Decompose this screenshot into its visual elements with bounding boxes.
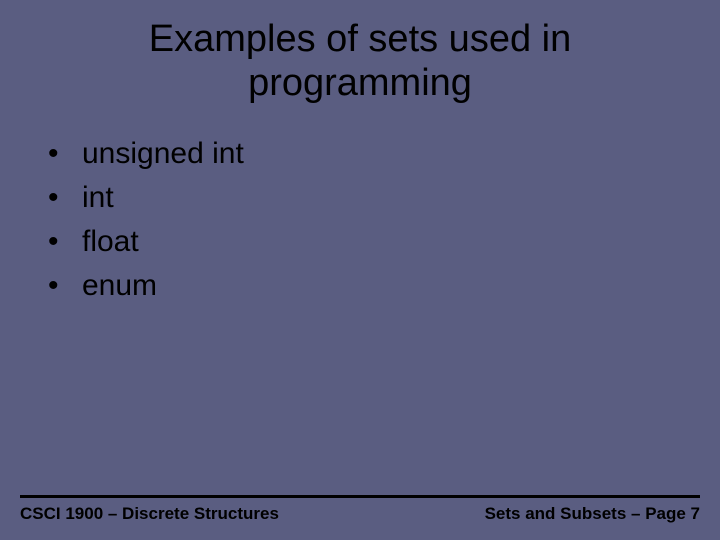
title-line-2: programming xyxy=(248,62,472,104)
bullet-icon: • xyxy=(48,177,82,219)
slide: Examples of sets used in programming • u… xyxy=(0,0,720,540)
footer-left: CSCI 1900 – Discrete Structures xyxy=(20,504,279,524)
footer-row: CSCI 1900 – Discrete Structures Sets and… xyxy=(20,504,700,524)
title-line-1: Examples of sets used in xyxy=(149,18,571,60)
slide-content: • unsigned int • int • float • enum xyxy=(0,105,720,307)
bullet-icon: • xyxy=(48,265,82,307)
bullet-text: unsigned int xyxy=(82,133,244,175)
bullet-icon: • xyxy=(48,133,82,175)
slide-title: Examples of sets used in programming xyxy=(0,0,720,105)
list-item: • enum xyxy=(48,265,720,307)
bullet-text: enum xyxy=(82,265,157,307)
footer-right: Sets and Subsets – Page 7 xyxy=(485,504,700,524)
list-item: • unsigned int xyxy=(48,133,720,175)
list-item: • int xyxy=(48,177,720,219)
bullet-text: int xyxy=(82,177,114,219)
bullet-icon: • xyxy=(48,221,82,263)
bullet-text: float xyxy=(82,221,139,263)
footer-divider xyxy=(20,495,700,498)
slide-footer: CSCI 1900 – Discrete Structures Sets and… xyxy=(20,495,700,524)
list-item: • float xyxy=(48,221,720,263)
